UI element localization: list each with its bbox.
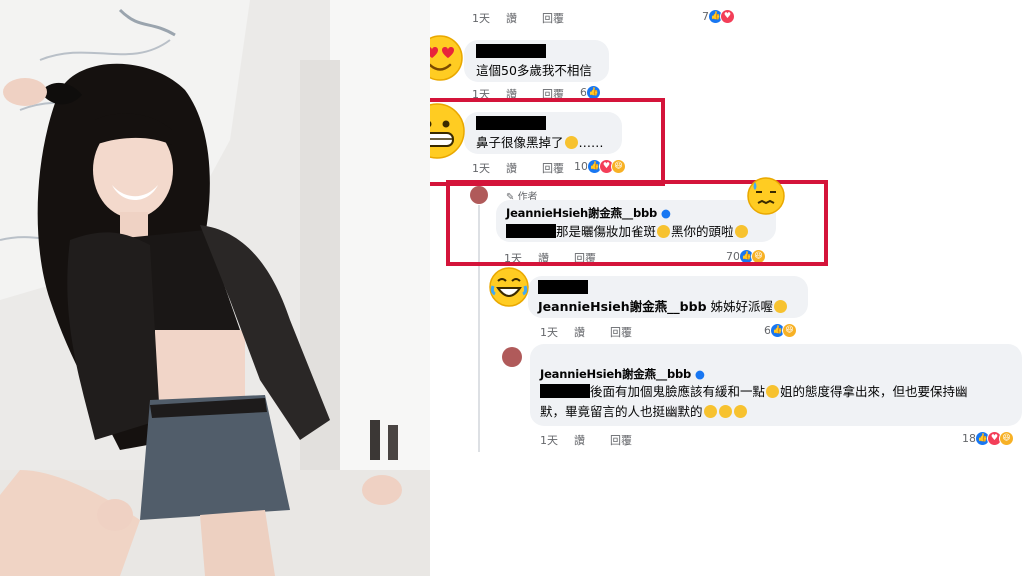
comment-text-main: 姊姊好派喔: [710, 299, 774, 314]
photo-panel: [0, 0, 430, 576]
comment-bubble: JeannieHsieh謝金燕__bbb 姊姊好派喔: [528, 276, 808, 318]
comment-bubble: JeannieHsieh謝金燕__bbb ● 後面有加個鬼臉應該有緩和一點 姐的態…: [530, 344, 1022, 426]
reaction-summary[interactable]: 6 👍 😆: [764, 323, 797, 338]
comment-actions: 1天 讚 回覆: [472, 10, 612, 26]
comment-text-b: 姐的態度得拿出來，但也要保持幽: [780, 384, 968, 399]
laughing-emoji-icon: [766, 385, 780, 398]
comment-actions: 1天 讚 回覆: [540, 432, 680, 448]
comment-time: 1天: [472, 12, 490, 25]
comment-actions: 1天 讚 回覆: [540, 324, 680, 340]
comment-thread: 1天 讚 回覆 7 👍 ♥ 這個50多歲我不相信 1天 讚 回覆 6 👍 鼻子很像黑掉…: [430, 0, 1024, 576]
comment-text-c: 默，畢竟留言的人也挺幽默的: [540, 404, 703, 419]
comment-bubble: 這個50多歲我不相信: [464, 40, 609, 82]
reaction-summary[interactable]: 18 👍 ♥ 😆: [962, 431, 1014, 446]
reply-action[interactable]: 回覆: [542, 10, 564, 26]
redacted-name: [476, 44, 546, 58]
haha-icon: 😆: [999, 431, 1014, 446]
laughing-emoji-icon: [774, 300, 788, 313]
comment-text: JeannieHsieh謝金燕__bbb 姊姊好派喔: [538, 296, 788, 315]
comment-author[interactable]: JeannieHsieh謝金燕__bbb ●: [540, 366, 705, 382]
redacted-name: [538, 280, 588, 294]
thread-line: [478, 322, 480, 452]
author-name: JeannieHsieh謝金燕__bbb: [540, 367, 692, 381]
haha-icon: 😆: [782, 323, 797, 338]
comment-time: 1天: [540, 434, 558, 447]
sweat-emoji-icon: [747, 177, 785, 215]
woman-photo: [0, 0, 430, 576]
like-action[interactable]: 讚: [574, 324, 585, 340]
comment-time: 1天: [540, 326, 558, 339]
laughing-emoji-icon: [703, 405, 717, 418]
love-icon: ♥: [720, 9, 735, 24]
blush-emoji-icon: [733, 405, 747, 418]
comment-text: 這個50多歲我不相信: [476, 63, 592, 78]
heart-eyes-emoji-icon: [430, 35, 463, 81]
mention-author[interactable]: JeannieHsieh謝金燕__bbb: [538, 299, 707, 314]
laughing-emoji-icon: [489, 267, 529, 307]
reaction-count: 18: [962, 432, 976, 445]
comment-text-a: 後面有加個鬼臉應該有緩和一點: [590, 384, 766, 399]
grin-emoji-icon: [718, 405, 732, 418]
verified-icon: ●: [694, 367, 705, 381]
reaction-summary[interactable]: 7 👍 ♥: [702, 9, 735, 24]
redacted-mention: [540, 384, 590, 398]
reply-action[interactable]: 回覆: [610, 324, 632, 340]
like-action[interactable]: 讚: [574, 432, 585, 448]
like-action[interactable]: 讚: [506, 10, 517, 26]
avatar[interactable]: [502, 347, 522, 367]
grimace-emoji-icon: [430, 103, 465, 159]
reply-action[interactable]: 回覆: [610, 432, 632, 448]
comment-text: 後面有加個鬼臉應該有緩和一點 姐的態度得拿出來，但也要保持幽默，畢竟留言的人也挺幽…: [540, 382, 1016, 422]
